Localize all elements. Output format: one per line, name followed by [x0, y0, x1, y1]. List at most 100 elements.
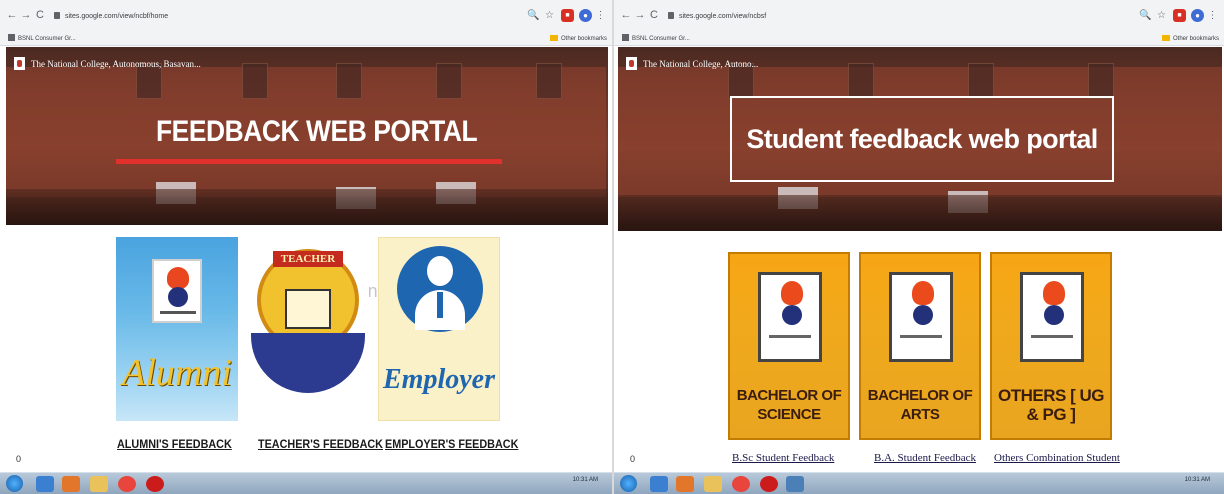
- employer-feedback-link[interactable]: EMPLOYER'S FEEDBACK: [385, 437, 518, 451]
- college-crest-icon: [1020, 272, 1084, 362]
- bookmark-favicon-icon: [8, 34, 15, 41]
- back-arrow-icon[interactable]: ←: [620, 9, 632, 21]
- opera-icon[interactable]: [760, 476, 778, 492]
- bookmark-favicon-icon: [622, 34, 629, 41]
- address-bar[interactable]: sites.google.com/view/ncbf/home: [54, 8, 168, 25]
- chrome-icon[interactable]: [732, 476, 750, 492]
- start-button[interactable]: [6, 475, 23, 492]
- windows-taskbar: 10:31 AM: [0, 472, 612, 494]
- book-icon: [285, 289, 331, 329]
- browser-toolbar: ← → C sites.google.com/view/ncbf/home 🔍 …: [0, 0, 612, 32]
- crest-base: [900, 335, 942, 338]
- opera-icon[interactable]: [146, 476, 164, 492]
- folder-icon: [550, 35, 558, 41]
- banner-shadow: [6, 189, 608, 225]
- hands-icon: [251, 333, 365, 393]
- star-icon[interactable]: ☆: [1155, 9, 1168, 22]
- media-icon[interactable]: [62, 476, 80, 492]
- person-head: [427, 256, 453, 286]
- taskbar-clock[interactable]: 10:31 AM: [573, 476, 598, 484]
- bookmark-label: BSNL Consumer Gr...: [632, 36, 690, 42]
- alumni-card-image[interactable]: Alumni: [116, 237, 238, 421]
- star-icon[interactable]: ☆: [543, 9, 556, 22]
- search-icon[interactable]: 🔍: [1139, 9, 1152, 22]
- ie-icon[interactable]: [650, 476, 668, 492]
- building-window: [436, 63, 462, 99]
- ba-card-image[interactable]: BACHELOR OF ARTS: [859, 252, 981, 440]
- building-window: [336, 63, 362, 99]
- ba-feedback-link[interactable]: B.A. Student Feedback: [874, 452, 976, 464]
- others-card-image[interactable]: OTHERS [ UG & PG ]: [990, 252, 1112, 440]
- profile-avatar-icon[interactable]: ●: [579, 9, 592, 22]
- bsc-feedback-link[interactable]: B.Sc Student Feedback: [732, 452, 834, 464]
- folder-app-icon[interactable]: [704, 476, 722, 492]
- page-indicator: 0: [630, 454, 636, 464]
- bookmarks-bar: BSNL Consumer Gr... Other bookmarks: [614, 32, 1224, 46]
- bookmarks-bar: BSNL Consumer Gr... Other bookmarks: [0, 32, 612, 46]
- other-bookmarks-folder[interactable]: Other bookmarks: [1162, 34, 1219, 44]
- banner-shadow: [618, 195, 1222, 231]
- flame-mark: [167, 267, 189, 289]
- site-banner: The National College, Autono... Student …: [618, 47, 1222, 231]
- other-bookmarks-folder[interactable]: Other bookmarks: [550, 34, 607, 44]
- menu-icon[interactable]: ⋮: [1206, 9, 1219, 22]
- globe-mark: [168, 287, 188, 307]
- college-crest-icon: [889, 272, 953, 362]
- ie-icon[interactable]: [36, 476, 54, 492]
- teacher-art-text: TEACHER: [273, 251, 343, 267]
- folder-app-icon[interactable]: [90, 476, 108, 492]
- alumni-art-text: Alumni: [122, 352, 232, 394]
- media-icon[interactable]: [676, 476, 694, 492]
- bookmark-item[interactable]: BSNL Consumer Gr...: [8, 34, 76, 44]
- left-browser-window: ← → C sites.google.com/view/ncbf/home 🔍 …: [0, 0, 612, 494]
- site-banner: The National College, Autonomous, Basava…: [6, 47, 608, 225]
- teacher-card-image[interactable]: TEACHER: [247, 237, 369, 421]
- globe-mark: [913, 305, 933, 325]
- chrome-icon[interactable]: [118, 476, 136, 492]
- profile-avatar-icon[interactable]: ●: [1191, 9, 1204, 22]
- extension-icon[interactable]: ■: [1173, 9, 1186, 22]
- crest-base: [769, 335, 811, 338]
- page-heading: FEEDBACK WEB PORTAL: [156, 115, 478, 148]
- page-heading: Student feedback web portal: [746, 124, 1098, 154]
- search-icon[interactable]: 🔍: [527, 9, 540, 22]
- lock-icon: [668, 12, 674, 19]
- forward-arrow-icon[interactable]: →: [634, 9, 646, 21]
- folder-icon: [1162, 35, 1170, 41]
- app-icon[interactable]: [786, 476, 804, 492]
- other-bookmarks-label: Other bookmarks: [1173, 36, 1220, 42]
- page-indicator: 0: [16, 454, 22, 464]
- site-title[interactable]: The National College, Autono...: [626, 57, 758, 70]
- tie-icon: [437, 292, 443, 318]
- forward-arrow-icon[interactable]: →: [20, 9, 32, 21]
- crest-base: [160, 311, 196, 314]
- flame-mark: [912, 281, 934, 305]
- address-bar[interactable]: sites.google.com/view/ncbsf: [668, 8, 766, 25]
- globe-mark: [1044, 305, 1064, 325]
- others-art-text: OTHERS [ UG & PG ]: [998, 386, 1104, 424]
- menu-icon[interactable]: ⋮: [594, 9, 607, 22]
- right-browser-window: ← → C sites.google.com/view/ncbsf 🔍 ☆ ■ …: [614, 0, 1224, 494]
- site-title[interactable]: The National College, Autonomous, Basava…: [14, 57, 201, 70]
- employer-art-text: Employer: [383, 364, 495, 395]
- bookmark-item[interactable]: BSNL Consumer Gr...: [622, 34, 690, 44]
- college-logo-icon: [626, 57, 637, 70]
- extension-icon[interactable]: ■: [561, 9, 574, 22]
- heading-frame: Student feedback web portal: [730, 96, 1114, 182]
- site-title-text: The National College, Autono...: [643, 59, 759, 69]
- bookmark-label: BSNL Consumer Gr...: [18, 36, 76, 42]
- building-window: [242, 63, 268, 99]
- bsc-card-image[interactable]: BACHELOR OF SCIENCE: [728, 252, 850, 440]
- taskbar-clock[interactable]: 10:31 AM: [1185, 476, 1210, 484]
- back-arrow-icon[interactable]: ←: [6, 9, 18, 21]
- reload-icon[interactable]: C: [648, 9, 660, 21]
- others-feedback-link[interactable]: Others Combination Student: [994, 452, 1120, 464]
- start-button[interactable]: [620, 475, 637, 492]
- teacher-feedback-link[interactable]: TEACHER'S FEEDBACK: [258, 437, 383, 451]
- reload-icon[interactable]: C: [34, 9, 46, 21]
- globe-mark: [782, 305, 802, 325]
- building-window: [848, 63, 874, 99]
- building-window: [536, 63, 562, 99]
- alumni-feedback-link[interactable]: ALUMNI'S FEEDBACK: [117, 437, 232, 451]
- employer-card-image[interactable]: Employer: [378, 237, 500, 421]
